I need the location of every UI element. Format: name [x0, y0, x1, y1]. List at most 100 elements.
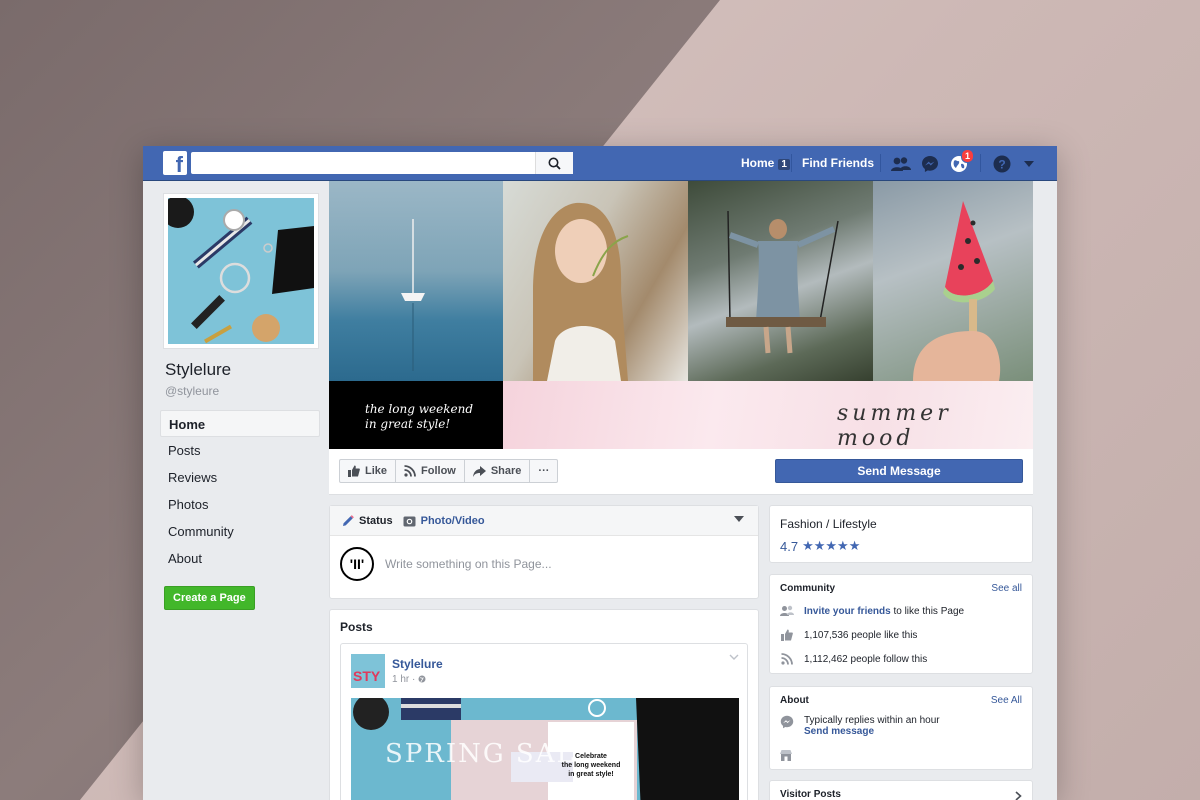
post-author-avatar[interactable]: STY [351, 654, 385, 688]
share-button[interactable]: Share [465, 460, 531, 482]
page-rating[interactable]: 4.7 ★★★★★ [780, 538, 860, 554]
nav-divider [791, 154, 792, 172]
response-time-text: Typically replies within an hour [804, 715, 940, 726]
messenger-button[interactable] [919, 153, 941, 175]
thumbs-up-small-icon [781, 629, 793, 641]
thumbs-up-icon [348, 465, 360, 477]
notifications-button[interactable]: 1 [948, 149, 974, 175]
page-action-bar: Like Follow Share ··· Send Message [329, 449, 1033, 495]
profile-image [168, 198, 314, 344]
nav-divider [980, 154, 981, 172]
posts-section-title: Posts [340, 620, 373, 634]
search-icon [548, 157, 561, 170]
cover-tagline-box: the long weekend in great style! [329, 381, 503, 449]
page-left-nav: Home Posts Reviews Photos Community Abou… [160, 410, 320, 572]
rss-small-icon [781, 653, 793, 665]
page-category[interactable]: Fashion / Lifestyle [780, 517, 877, 531]
post-item: STY Stylelure 1 hr · SPRING SALE Celebra… [340, 643, 748, 800]
composer-input[interactable]: Write something on this Page... [385, 557, 552, 571]
follows-count: 1,112,462 people follow this [804, 653, 928, 665]
facebook-page-window: f Home 1 Find Friends 1 ? Stylelure @sty… [143, 146, 1057, 800]
category-card: Fashion / Lifestyle 4.7 ★★★★★ [769, 505, 1033, 563]
post-author-name[interactable]: Stylelure [392, 657, 443, 671]
likes-count: 1,107,536 people like this [804, 629, 918, 641]
search-input[interactable] [191, 152, 573, 174]
left-nav-about[interactable]: About [160, 545, 320, 572]
composer-caret-down-icon[interactable] [734, 516, 744, 522]
rss-icon [404, 465, 416, 477]
invite-friends-row: Invite your friends to like this Page [780, 605, 964, 617]
nav-find-friends-link[interactable]: Find Friends [802, 156, 874, 170]
about-send-message-link[interactable]: Send message [804, 726, 940, 737]
cover-script-text: summer mood [837, 401, 952, 449]
shop-icon [780, 750, 792, 761]
likes-count-row: 1,107,536 people like this [780, 629, 917, 641]
invite-friends-link[interactable]: Invite your friends [804, 606, 891, 617]
caret-down-icon [1024, 161, 1034, 167]
visitor-posts-card[interactable]: Visitor Posts [769, 780, 1033, 800]
left-nav-reviews[interactable]: Reviews [160, 464, 320, 491]
send-message-button[interactable]: Send Message [775, 459, 1023, 483]
more-options-button[interactable]: ··· [530, 460, 557, 482]
more-dots-icon: ··· [538, 465, 550, 477]
friends-icon [891, 157, 911, 171]
flatlay-illustration [168, 198, 314, 344]
about-card: About See All Typically replies within a… [769, 686, 1033, 770]
globe-small-icon [418, 675, 426, 683]
notification-count-badge: 1 [960, 149, 974, 163]
messenger-response-row: Typically replies within an hour Send me… [780, 715, 940, 737]
about-see-all-link[interactable]: See All [991, 695, 1022, 706]
cover-photo[interactable]: the long weekend in great style! summer … [329, 181, 1033, 449]
action-button-group: Like Follow Share ··· [339, 459, 559, 483]
composer-tab-photo-video[interactable]: Photo/Video [403, 515, 485, 527]
photo-video-tab-label: Photo/Video [420, 514, 485, 527]
post-avatar-text: STY [353, 668, 381, 684]
pencil-icon [343, 514, 354, 526]
post-image[interactable]: SPRING SALE Celebrate the long weekend i… [351, 698, 739, 800]
like-button[interactable]: Like [340, 460, 397, 482]
messenger-small-icon [780, 715, 794, 729]
cover-tile-swing [688, 181, 873, 381]
posts-section: Posts STY Stylelure 1 hr · SPRING SALE C… [329, 609, 759, 800]
help-button[interactable]: ? [991, 153, 1013, 175]
follows-count-row: 1,112,462 people follow this [780, 653, 927, 665]
account-menu-button[interactable] [1018, 153, 1040, 175]
post-options-chevron-icon[interactable] [729, 654, 739, 660]
community-see-all-link[interactable]: See all [991, 583, 1022, 594]
nav-home-label: Home [741, 156, 775, 170]
home-count-badge: 1 [778, 159, 790, 170]
share-label: Share [490, 465, 522, 477]
follow-button[interactable]: Follow [396, 460, 465, 482]
status-tab-label: Status [359, 514, 393, 527]
left-nav-photos[interactable]: Photos [160, 491, 320, 518]
post-time-text: 1 hr · [392, 674, 419, 685]
page-title[interactable]: Stylelure [165, 360, 231, 380]
community-header: Community [780, 583, 835, 594]
post-composer: Status Photo/Video 'II' Write something … [329, 505, 759, 599]
search-button[interactable] [535, 152, 573, 174]
swing-illustration [726, 210, 839, 354]
community-card: Community See all Invite your friends to… [769, 574, 1033, 674]
nav-home-link[interactable]: Home 1 [741, 156, 790, 170]
cover-tagline-line2: in great style! [365, 417, 451, 431]
left-nav-home[interactable]: Home [160, 410, 320, 437]
friend-requests-button[interactable] [890, 153, 912, 175]
like-label: Like [365, 465, 388, 477]
composer-tabs: Status Photo/Video [330, 506, 758, 536]
post-card-line3: in great style! [568, 771, 614, 778]
post-avatar-graphic: STY [351, 654, 385, 688]
post-timestamp[interactable]: 1 hr · [392, 674, 426, 685]
invite-friends-icon [780, 605, 794, 616]
chevron-right-icon[interactable] [1015, 791, 1022, 800]
facebook-logo-icon[interactable]: f [163, 151, 187, 175]
camera-icon [403, 516, 416, 526]
rating-stars-icon: ★★★★★ [802, 538, 861, 553]
left-nav-posts[interactable]: Posts [160, 437, 320, 464]
cover-tile-popsicle [873, 181, 1033, 381]
create-page-button[interactable]: Create a Page [164, 586, 255, 610]
composer-tab-status[interactable]: Status [342, 515, 393, 527]
left-nav-community[interactable]: Community [160, 518, 320, 545]
top-navigation-bar: f Home 1 Find Friends 1 ? [143, 146, 1057, 181]
messenger-icon [922, 156, 938, 172]
profile-picture[interactable] [163, 193, 319, 349]
